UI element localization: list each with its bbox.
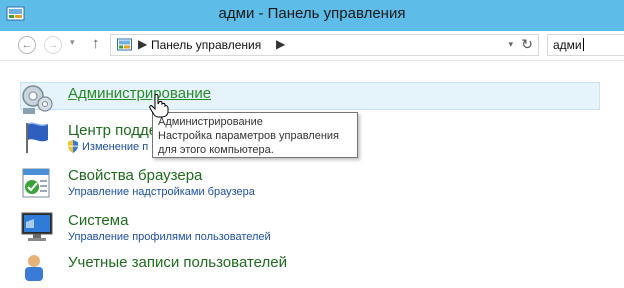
address-dropdown[interactable]: ▾ xyxy=(508,39,513,50)
window-title: адми - Панель управления xyxy=(218,5,406,22)
address-bar[interactable]: ▶ Панель управления ▶ ▾ ↻ xyxy=(110,34,539,56)
navigation-bar: ← → ▾ ↑ ▶ Панель управления ▶ ▾ ↻ адми xyxy=(0,31,624,61)
title-bar: адми - Панель управления xyxy=(0,0,624,31)
item-link[interactable]: Управление профилями пользователей xyxy=(68,231,271,243)
breadcrumb-separator[interactable]: ▶ xyxy=(138,37,147,51)
user-accounts-icon xyxy=(25,255,43,281)
item-link[interactable]: Управление надстройками браузера xyxy=(68,186,255,198)
breadcrumb-control-panel[interactable]: Панель управления xyxy=(151,38,261,52)
admin-tools-icon xyxy=(22,85,53,114)
back-button[interactable]: ← xyxy=(18,36,36,54)
browser-properties-icon xyxy=(22,168,50,198)
forward-button[interactable]: → xyxy=(44,36,62,54)
system-monitor-icon xyxy=(21,212,53,241)
control-panel-icon xyxy=(117,38,132,51)
item-title[interactable]: Свойства браузера xyxy=(68,167,202,184)
hand-cursor-icon xyxy=(149,94,169,118)
tooltip-line: для этого компьютера. xyxy=(158,144,274,156)
tooltip: Администрирование Настройка параметров у… xyxy=(152,112,358,158)
breadcrumb-separator[interactable]: ▶ xyxy=(276,37,285,51)
refresh-button[interactable]: ↻ xyxy=(521,36,533,53)
search-value: адми xyxy=(553,38,584,52)
item-title[interactable]: Учетные записи пользователей xyxy=(68,254,287,271)
tooltip-line: Настройка параметров управления xyxy=(158,130,340,142)
item-link[interactable]: Изменение п xyxy=(82,141,148,153)
item-title[interactable]: Система xyxy=(68,212,128,229)
tooltip-title: Администрирование xyxy=(158,116,263,128)
item-title[interactable]: Центр подде xyxy=(68,122,157,139)
uac-shield-icon xyxy=(68,140,78,153)
action-center-flag-icon xyxy=(26,122,49,153)
recent-locations-dropdown[interactable]: ▾ xyxy=(70,37,75,48)
item-title[interactable]: Администрирование xyxy=(68,85,211,102)
up-button[interactable]: ↑ xyxy=(92,35,100,52)
search-input[interactable]: адми xyxy=(547,34,624,56)
